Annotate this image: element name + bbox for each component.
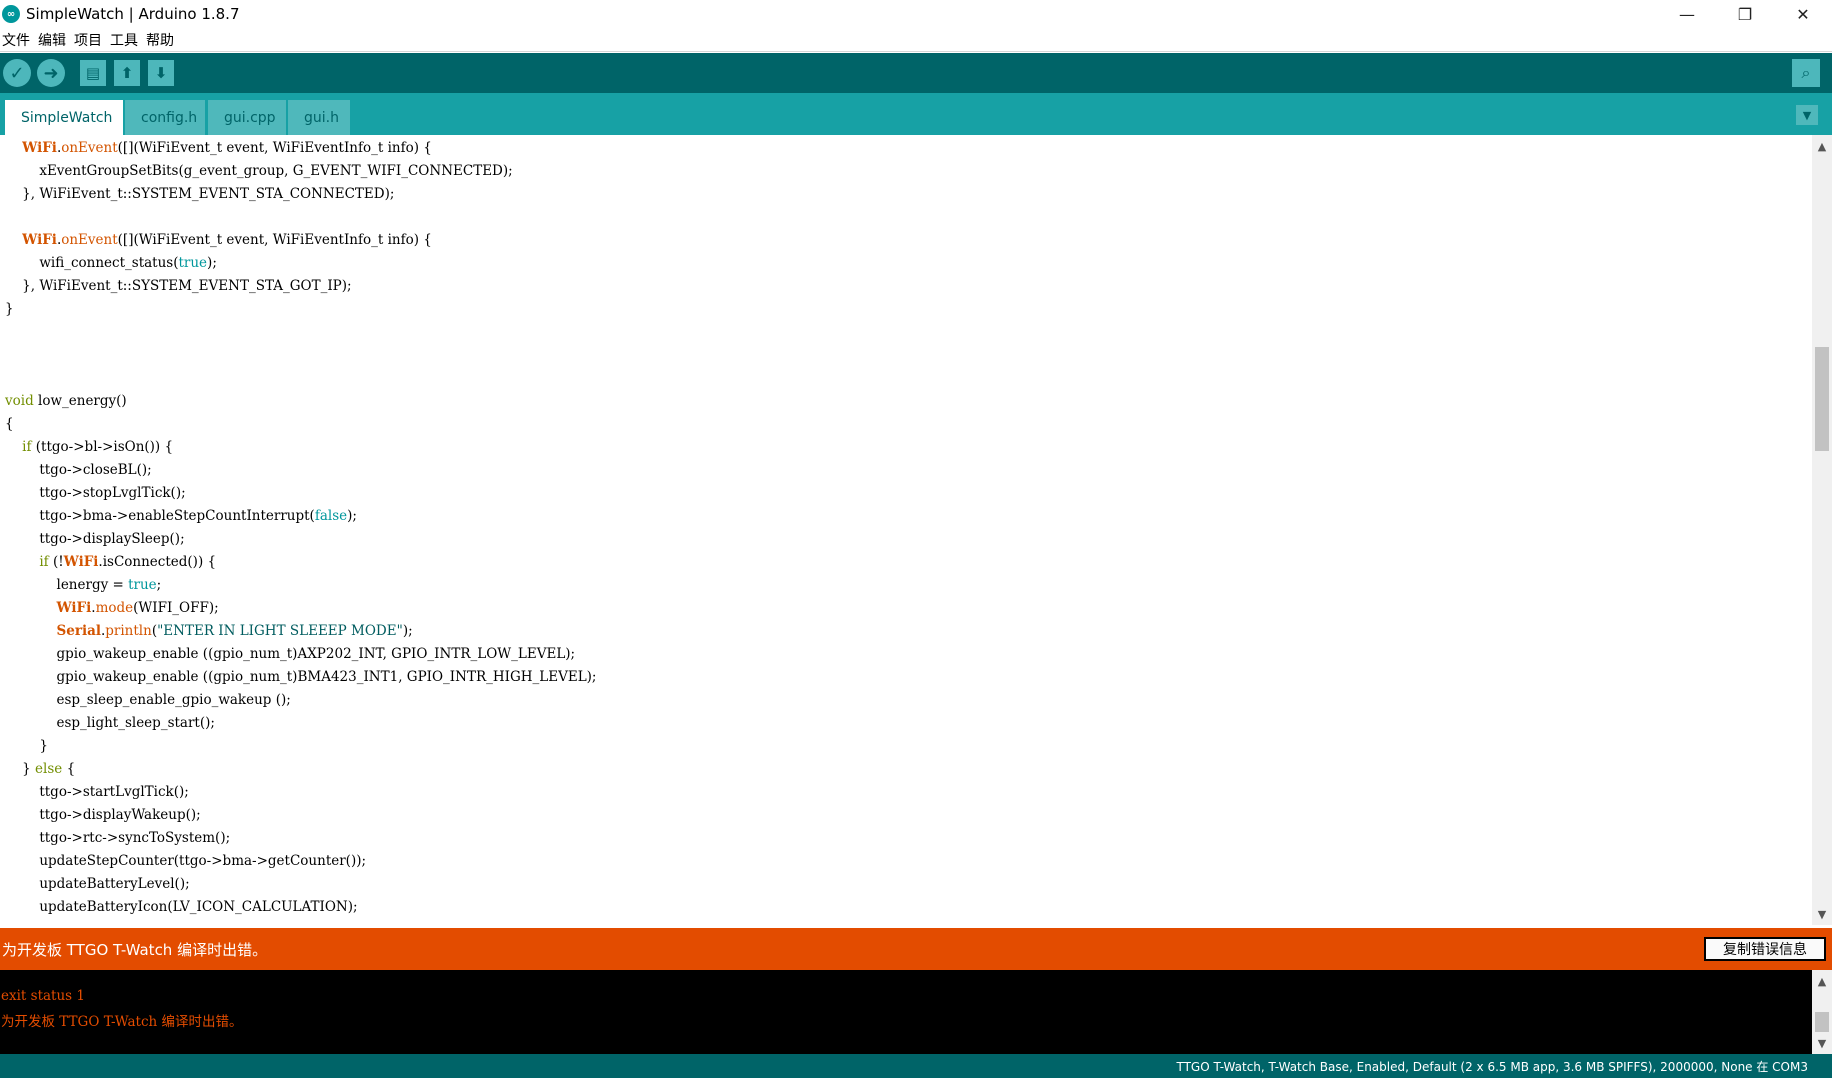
minimize-button[interactable]: — <box>1658 0 1716 28</box>
menu-sketch[interactable]: 项目 <box>74 30 102 50</box>
tab-strip: SimpleWatch config.h gui.cpp gui.h ▼ <box>0 93 1832 135</box>
error-message: 为开发板 TTGO T-Watch 编译时出错。 <box>2 940 268 959</box>
arduino-logo-icon: ∞ <box>2 5 20 23</box>
new-button[interactable]: ▤ <box>80 60 106 86</box>
close-button[interactable]: ✕ <box>1774 0 1832 28</box>
code-line: WiFi.onEvent([](WiFiEvent_t event, WiFiE… <box>22 232 432 248</box>
serial-monitor-button[interactable]: ⌕ <box>1792 59 1820 87</box>
scroll-up-icon[interactable]: ▲ <box>1812 137 1832 155</box>
upload-button[interactable]: ➜ <box>37 59 65 87</box>
code-line: ttgo->stopLvglTick(); <box>5 485 186 501</box>
arrow-up-icon: ⬆ <box>120 64 134 82</box>
window-title: SimpleWatch | Arduino 1.8.7 <box>26 5 240 23</box>
window-controls: — ❐ ✕ <box>1658 0 1832 28</box>
tab-simplewatch[interactable]: SimpleWatch <box>5 100 123 135</box>
tab-gui-h[interactable]: gui.h <box>288 100 350 135</box>
scroll-down-icon[interactable]: ▼ <box>1812 1034 1832 1052</box>
checkmark-icon: ✓ <box>9 62 25 84</box>
code-line: xEventGroupSetBits(g_event_group, G_EVEN… <box>5 163 513 179</box>
code-line: wifi_connect_status(true); <box>5 255 217 271</box>
code-line: } <box>5 738 48 754</box>
code-line: ttgo->displayWakeup(); <box>5 807 201 823</box>
menu-file[interactable]: 文件 <box>2 30 30 50</box>
editor-scrollbar[interactable]: ▲ ▼ <box>1812 135 1832 925</box>
code-line: ttgo->closeBL(); <box>5 462 152 478</box>
code-line: ttgo->displaySleep(); <box>5 531 185 547</box>
menu-help[interactable]: 帮助 <box>146 30 174 50</box>
code-line: ttgo->startLvglTick(); <box>5 784 189 800</box>
menu-tools[interactable]: 工具 <box>110 30 138 50</box>
restore-button[interactable]: ❐ <box>1716 0 1774 28</box>
code-line: updateBatteryIcon(LV_ICON_CALCULATION); <box>5 899 358 915</box>
code-line: gpio_wakeup_enable ((gpio_num_t)AXP202_I… <box>5 646 576 662</box>
code-line: lenergy = true; <box>5 577 162 593</box>
console-scrollbar[interactable]: ▲ ▼ <box>1812 970 1832 1054</box>
menu-edit[interactable]: 编辑 <box>38 30 66 50</box>
new-file-icon: ▤ <box>85 64 101 82</box>
console-line: exit status 1 <box>1 988 85 1004</box>
triangle-down-icon: ▼ <box>1802 108 1812 122</box>
tab-config-h[interactable]: config.h <box>125 100 205 135</box>
verify-button[interactable]: ✓ <box>3 59 31 87</box>
code-line: ttgo->bma->enableStepCountInterrupt(fals… <box>5 508 357 524</box>
code-line: updateBatteryLevel(); <box>5 876 190 892</box>
arrow-right-icon: ➜ <box>43 62 59 84</box>
scroll-thumb[interactable] <box>1815 347 1829 451</box>
tab-gui-cpp[interactable]: gui.cpp <box>208 100 286 135</box>
tab-menu-button[interactable]: ▼ <box>1796 105 1818 125</box>
code-line: WiFi.mode(WIFI_OFF); <box>56 600 219 616</box>
code-line: } <box>5 301 14 317</box>
open-button[interactable]: ⬆ <box>114 60 140 86</box>
board-info: TTGO T-Watch, T-Watch Base, Enabled, Def… <box>1176 1060 1808 1074</box>
code-line: Serial.println("ENTER IN LIGHT SLEEEP MO… <box>56 623 413 639</box>
code-line: WiFi.onEvent([](WiFiEvent_t event, WiFiE… <box>22 140 432 156</box>
scroll-up-icon[interactable]: ▲ <box>1812 972 1832 990</box>
code-line: ttgo->rtc->syncToSystem(); <box>5 830 231 846</box>
scroll-down-icon[interactable]: ▼ <box>1812 905 1832 923</box>
save-button[interactable]: ⬇ <box>148 60 174 86</box>
error-bar: 为开发板 TTGO T-Watch 编译时出错。 复制错误信息 <box>0 928 1832 970</box>
code-line: void low_energy() <box>5 393 127 409</box>
code-line: } else { <box>5 761 76 777</box>
code-line: { <box>5 416 14 432</box>
code-line: }, WiFiEvent_t::SYSTEM_EVENT_STA_GOT_IP)… <box>5 278 352 294</box>
status-bar: TTGO T-Watch, T-Watch Base, Enabled, Def… <box>0 1054 1832 1078</box>
code-editor[interactable]: WiFi.onEvent([](WiFiEvent_t event, WiFiE… <box>0 135 1812 925</box>
code-line: esp_sleep_enable_gpio_wakeup (); <box>5 692 291 708</box>
menu-bar: 文件 编辑 项目 工具 帮助 <box>0 28 1832 52</box>
magnifier-icon: ⌕ <box>1801 63 1811 82</box>
title-bar: ∞ SimpleWatch | Arduino 1.8.7 — ❐ ✕ <box>0 0 1832 28</box>
code-line: esp_light_sleep_start(); <box>5 715 215 731</box>
scroll-thumb[interactable] <box>1815 1012 1829 1032</box>
code-line: if (ttgo->bl->isOn()) { <box>22 439 174 455</box>
toolbar: ✓ ➜ ▤ ⬆ ⬇ ⌕ <box>0 53 1832 93</box>
code-line: gpio_wakeup_enable ((gpio_num_t)BMA423_I… <box>5 669 597 685</box>
console-output[interactable]: exit status 1 为开发板 TTGO T-Watch 编译时出错。 <box>0 970 1812 1054</box>
copy-error-button[interactable]: 复制错误信息 <box>1704 937 1826 961</box>
console-line: 为开发板 TTGO T-Watch 编译时出错。 <box>1 1014 243 1030</box>
arrow-down-icon: ⬇ <box>154 64 168 82</box>
code-line: updateStepCounter(ttgo->bma->getCounter(… <box>5 853 367 869</box>
code-line: }, WiFiEvent_t::SYSTEM_EVENT_STA_CONNECT… <box>5 186 395 202</box>
code-line: if (!WiFi.isConnected()) { <box>39 554 217 570</box>
